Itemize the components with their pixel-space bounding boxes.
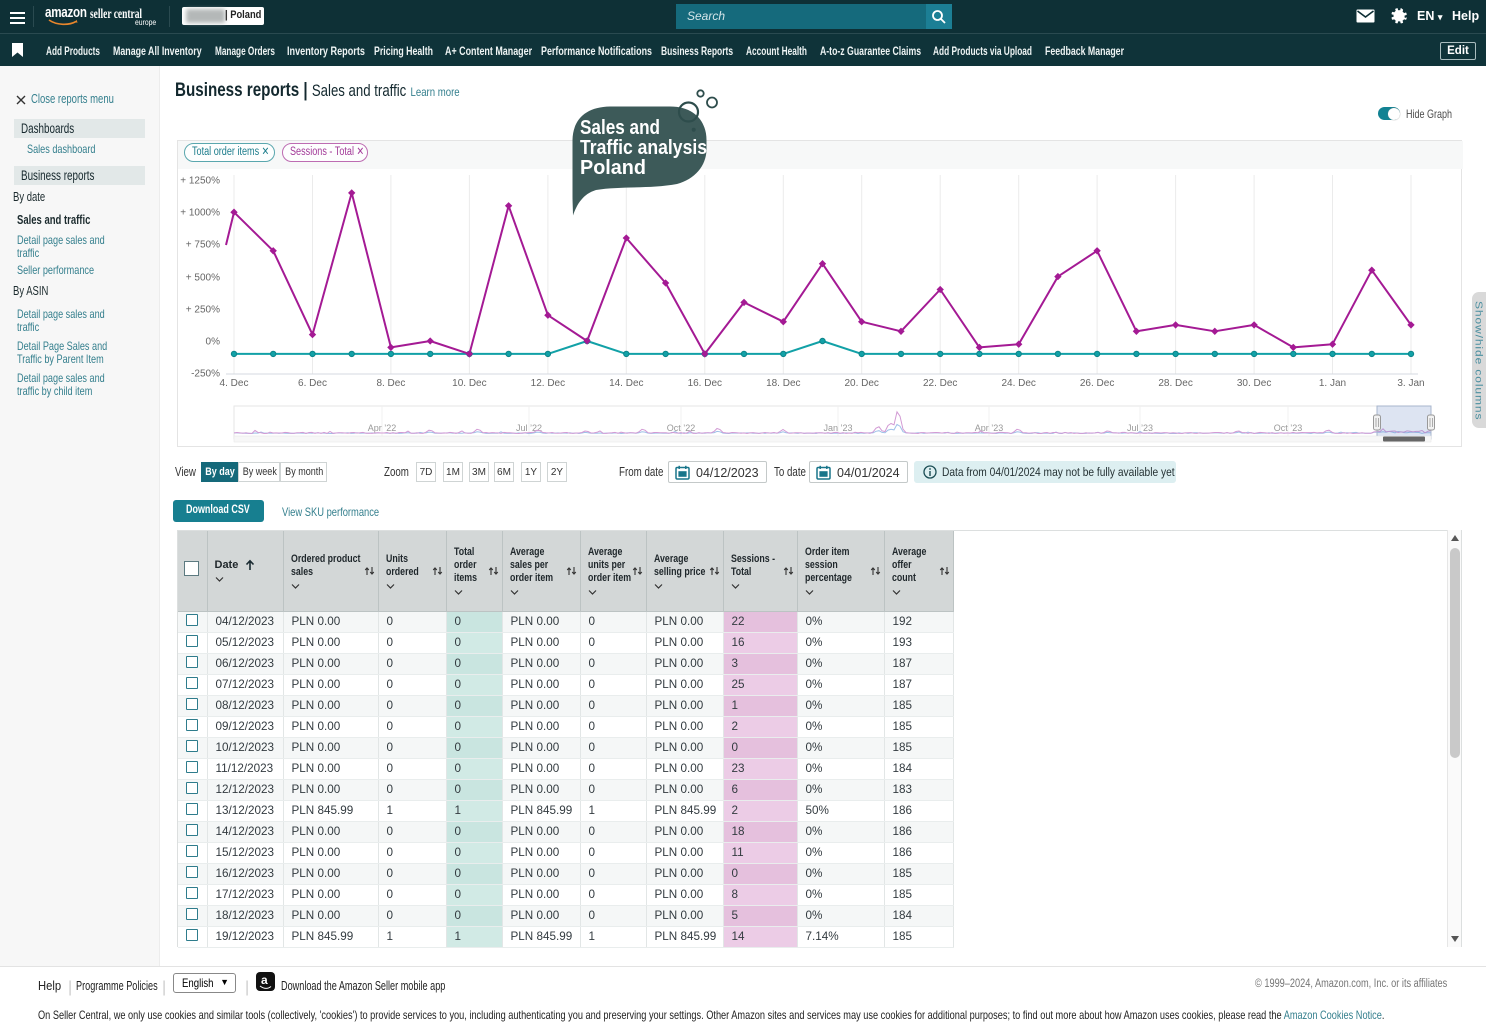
svg-text:Poland: Poland: [580, 156, 646, 179]
svg-text:12. Dec: 12. Dec: [531, 378, 565, 389]
svg-text:20. Dec: 20. Dec: [844, 378, 878, 389]
svg-text:-250%: -250%: [191, 369, 220, 380]
svg-text:3. Jan: 3. Jan: [1397, 378, 1424, 389]
svg-text:+ 250%: + 250%: [186, 305, 220, 316]
svg-text:30. Dec: 30. Dec: [1237, 378, 1271, 389]
svg-text:Jan ’23: Jan ’23: [823, 423, 852, 433]
svg-text:18. Dec: 18. Dec: [766, 378, 800, 389]
svg-text:+ 1250%: + 1250%: [180, 176, 220, 187]
svg-text:8. Dec: 8. Dec: [376, 378, 405, 389]
svg-text:Jul ’22: Jul ’22: [516, 423, 542, 433]
svg-text:28. Dec: 28. Dec: [1158, 378, 1192, 389]
svg-text:6. Dec: 6. Dec: [298, 378, 327, 389]
svg-text:+ 750%: + 750%: [186, 240, 220, 251]
svg-text:Apr ’23: Apr ’23: [975, 423, 1004, 433]
svg-text:16. Dec: 16. Dec: [688, 378, 722, 389]
svg-text:1. Jan: 1. Jan: [1319, 378, 1346, 389]
svg-text:0%: 0%: [206, 337, 221, 348]
svg-text:24. Dec: 24. Dec: [1001, 378, 1035, 389]
svg-text:+ 1000%: + 1000%: [180, 208, 220, 219]
svg-text:26. Dec: 26. Dec: [1080, 378, 1114, 389]
svg-text:22. Dec: 22. Dec: [923, 378, 957, 389]
svg-text:Apr ’22: Apr ’22: [368, 423, 397, 433]
svg-text:Oct ’23: Oct ’23: [1274, 423, 1303, 433]
svg-text:14. Dec: 14. Dec: [609, 378, 643, 389]
svg-text:4. Dec: 4. Dec: [220, 378, 249, 389]
svg-text:10. Dec: 10. Dec: [452, 378, 486, 389]
svg-text:+ 500%: + 500%: [186, 273, 220, 284]
